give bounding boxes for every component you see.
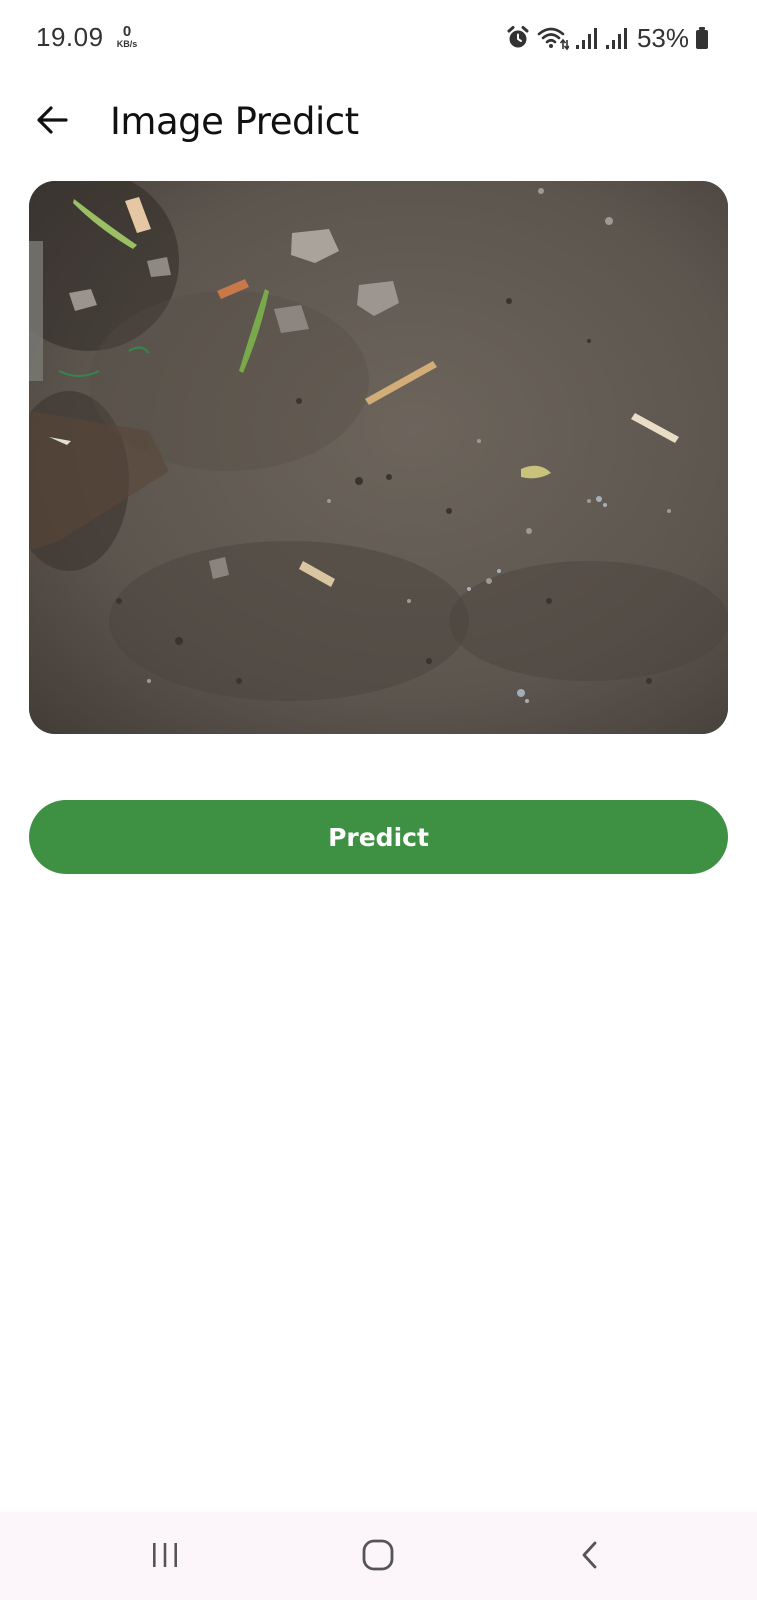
status-time: 19.09 — [36, 22, 104, 52]
ground-photo — [29, 181, 728, 734]
network-speed-value: 0 — [122, 23, 132, 40]
status-bar: 19.09 0 KB/s 53% — [0, 0, 757, 76]
back-button[interactable] — [26, 96, 78, 148]
home-icon — [361, 1538, 395, 1577]
network-speed-unit: KB/s — [116, 39, 138, 49]
signal-icon — [605, 25, 629, 51]
alarm-icon — [505, 25, 531, 51]
battery-icon — [695, 25, 709, 51]
back-icon — [575, 1540, 605, 1575]
arrow-left-icon — [35, 103, 69, 142]
network-speed: 0 KB/s — [112, 24, 142, 49]
navigation-bar — [0, 1512, 757, 1600]
recent-apps-icon — [150, 1540, 180, 1575]
wifi-icon — [537, 25, 569, 51]
recent-apps-button[interactable] — [135, 1532, 195, 1582]
image-preview — [29, 181, 728, 734]
status-icons: 53% — [505, 22, 709, 54]
battery-percent: 53% — [636, 22, 689, 53]
signal-icon — [575, 25, 599, 51]
home-button[interactable] — [348, 1532, 408, 1582]
predict-button[interactable]: Predict — [29, 800, 728, 874]
page-title: Image Predict — [110, 100, 359, 143]
app-bar: Image Predict — [0, 88, 757, 158]
system-back-button[interactable] — [560, 1532, 620, 1582]
